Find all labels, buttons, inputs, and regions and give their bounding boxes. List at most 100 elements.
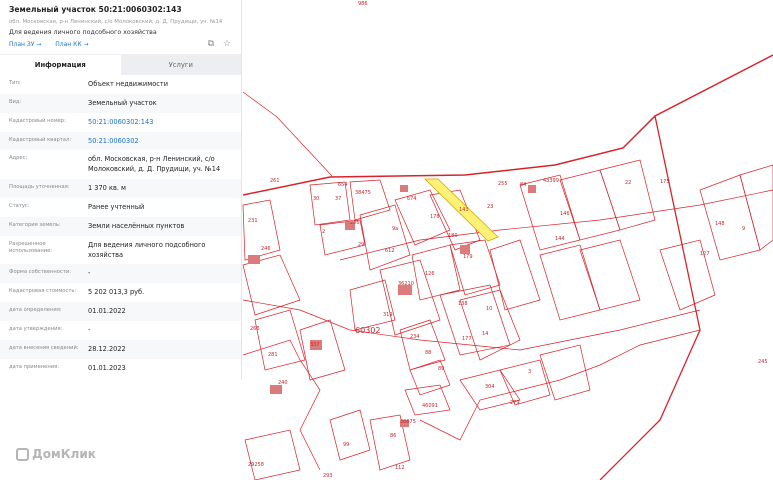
info-row: Категория земель: Земли населённых пункто…: [0, 217, 241, 236]
info-value[interactable]: 50:21:0060302:143: [88, 113, 232, 127]
map-label: 255: [498, 181, 508, 187]
info-label: Кадастровый квартал:: [9, 137, 72, 143]
tab-information[interactable]: Информация: [0, 55, 121, 75]
info-label: Адрес:: [9, 155, 28, 161]
info-value: обл. Московская, р-н Ленинский, с/о Моло…: [88, 155, 221, 173]
map-label: 23: [487, 204, 493, 210]
info-label: дата внесения сведений:: [9, 345, 79, 351]
info-value: Земли населённых пунктов: [88, 222, 185, 230]
info-value: Для ведения личного подсобного хозяйства: [88, 241, 206, 259]
map-label: 43399: [543, 178, 559, 184]
map-label: 9а: [392, 226, 398, 232]
info-label: дата применения:: [9, 364, 59, 370]
map-label: 293: [323, 473, 333, 479]
map-label: 177: [462, 336, 472, 342]
map-label: 86: [390, 433, 396, 439]
info-value: Земельный участок: [88, 99, 157, 107]
map-label: 89: [438, 366, 444, 372]
map-label: 37: [335, 196, 341, 202]
info-row: Тип: Объект недвижимости: [0, 75, 241, 94]
boundary-line: [599, 115, 701, 480]
info-value: 28.12.2022: [88, 345, 126, 353]
map-label: 38475: [355, 190, 371, 196]
info-value[interactable]: 50:21:0060302: [88, 132, 232, 146]
tab-services[interactable]: Услуги: [120, 55, 241, 75]
star-icon[interactable]: ☆: [223, 39, 231, 49]
map-label: 126: [425, 271, 435, 277]
info-value: 01.01.2022: [88, 307, 126, 315]
search-document-icon[interactable]: ⧉: [208, 39, 214, 49]
map-label: 9: [742, 226, 745, 232]
parcel-use: Для ведения личного подсобного хозяйства: [9, 29, 157, 36]
info-row: Разрешенное использование: Для ведения ли…: [0, 236, 241, 264]
map-label: 60302: [355, 326, 380, 335]
road-line: [339, 189, 773, 261]
map-label: 240: [278, 380, 288, 386]
info-label: Площадь уточненная:: [9, 184, 70, 190]
map-label: 234: [410, 334, 420, 340]
plan-kk-link[interactable]: План КК →: [55, 41, 88, 48]
map-label: 175: [660, 179, 670, 185]
map-label: 146: [560, 211, 570, 217]
map-label: 319: [383, 312, 393, 318]
domclick-logo-icon: [16, 447, 29, 461]
map-label: 10: [486, 306, 492, 312]
boundary-line: [419, 329, 701, 441]
parcels: [242, 159, 773, 480]
map-label: 99: [343, 442, 349, 448]
map-label: 112: [395, 465, 405, 471]
info-value: Объект недвижимости: [88, 80, 168, 88]
map-label: 148: [715, 221, 725, 227]
info-row: дата определения: 01.01.2022: [0, 302, 241, 321]
map-label: 986: [358, 1, 368, 7]
info-label: дата определения:: [9, 307, 62, 313]
map-label: 14: [482, 331, 488, 337]
map-label: 36210: [398, 281, 414, 287]
info-row: Адрес: обл. Московская, р-н Ленинский, с/…: [0, 150, 241, 179]
info-value: 1 370 кв. м: [88, 184, 127, 192]
map-label: 286: [350, 220, 360, 226]
map-label: 22: [625, 180, 631, 186]
boundary-line: [242, 91, 333, 177]
map-labels: 986 261 654 38475 37 30 2 286 29 612 9а …: [248, 1, 768, 479]
info-row: Форма собственности: -: [0, 264, 241, 283]
info-label: Разрешенное использование:: [9, 241, 53, 254]
map-label: 261: [270, 178, 280, 184]
info-label: Статус:: [9, 203, 30, 209]
info-row: Кадастровый номер: 50:21:0060302:143: [0, 113, 241, 132]
info-row: Вид: Земельный участок: [0, 94, 241, 113]
map-label: 245: [758, 359, 768, 365]
map-label: 127: [700, 251, 710, 257]
map-label: 138: [458, 301, 468, 307]
map-label: 143: [459, 207, 469, 213]
watermark-text: ДомКлик: [32, 447, 96, 461]
main-boundary: [242, 54, 773, 196]
info-value: 5 202 013,3 руб.: [88, 288, 145, 296]
domclick-watermark: ДомКлик: [16, 447, 96, 461]
info-label: Тип:: [9, 80, 21, 86]
info-row: дата применения: 01.01.2023: [0, 359, 241, 378]
parcel-info-panel: Земельный участок 50:21:0060302:143 обл.…: [0, 0, 242, 380]
map-label: 46091: [422, 403, 438, 409]
info-label: дата утверждения:: [9, 326, 63, 332]
panel-header: Земельный участок 50:21:0060302:143 обл.…: [0, 0, 241, 54]
info-label: Кадастровая стоимость:: [9, 288, 77, 294]
info-value: -: [88, 269, 91, 277]
info-row: дата утверждения: -: [0, 321, 241, 340]
plan-zu-link[interactable]: План ЗУ →: [9, 41, 41, 48]
info-label: Форма собственности:: [9, 269, 71, 275]
map-label: 180: [448, 233, 458, 239]
map-label: 304: [485, 384, 495, 390]
info-row: Площадь уточненная: 1 370 кв. м: [0, 179, 241, 198]
map-label: 38675: [400, 419, 416, 425]
map-label: 84: [520, 182, 526, 188]
info-row: Кадастровая стоимость: 5 202 013,3 руб.: [0, 283, 241, 302]
map-label: 654: [338, 182, 348, 188]
map-label: 337: [310, 342, 320, 348]
info-label: Категория земель:: [9, 222, 61, 228]
info-row: Статус: Ранее учтенный: [0, 198, 241, 217]
map-label: 231: [248, 218, 258, 224]
map-label: 3: [528, 369, 531, 375]
map-label: 246: [261, 246, 271, 252]
info-label: Вид:: [9, 99, 22, 105]
